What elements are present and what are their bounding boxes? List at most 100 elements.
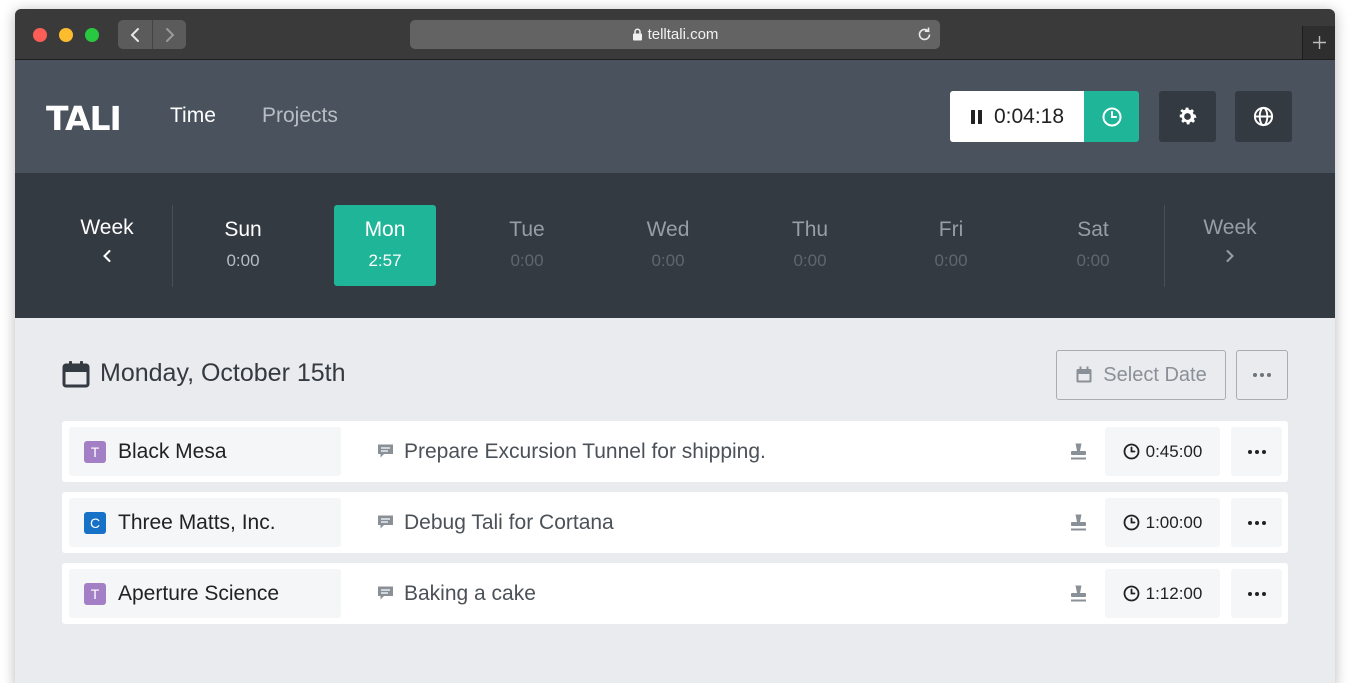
duration-text: 0:45:00 xyxy=(1145,441,1203,461)
entry-menu-button[interactable] xyxy=(1231,498,1282,547)
calendar-icon xyxy=(62,360,90,387)
timer-elapsed: 0:04:18 xyxy=(993,104,1065,128)
day-name: Sun xyxy=(224,218,262,241)
duration-text: 1:12:00 xyxy=(1145,583,1203,603)
new-tab-button[interactable] xyxy=(1302,26,1335,59)
day-name: Tue xyxy=(509,218,545,241)
lock-icon xyxy=(632,28,642,41)
description-text: Debug Tali for Cortana xyxy=(404,510,614,534)
back-button[interactable] xyxy=(118,20,152,49)
select-date-button[interactable]: Select Date xyxy=(1056,350,1226,400)
date-heading: Monday, October 15th xyxy=(62,359,346,388)
project-badge: C xyxy=(84,511,106,534)
forward-button[interactable] xyxy=(152,20,186,49)
reload-icon[interactable] xyxy=(916,26,933,43)
day-total: 2:57 xyxy=(368,251,402,270)
app-logo[interactable]: TALI xyxy=(46,99,122,138)
ellipsis-icon xyxy=(1247,591,1266,596)
day-tue[interactable]: Tue 0:00 xyxy=(476,205,578,286)
minimize-window-button[interactable] xyxy=(59,28,73,42)
duration-field[interactable]: 0:45:00 xyxy=(1105,427,1220,476)
previous-week-label: Week xyxy=(80,216,134,239)
previous-week-button[interactable]: Week xyxy=(52,216,162,264)
time-entry-row: T Black Mesa Prepare Excursion Tunnel fo… xyxy=(62,421,1288,482)
stamp-icon[interactable] xyxy=(1069,513,1088,532)
browser-toolbar: telltali.com xyxy=(15,9,1335,60)
day-fri[interactable]: Fri 0:00 xyxy=(900,205,1002,286)
day-thu[interactable]: Thu 0:00 xyxy=(759,205,861,286)
globe-icon xyxy=(1253,106,1274,127)
duration-field[interactable]: 1:00:00 xyxy=(1105,498,1220,547)
url-text: telltali.com xyxy=(647,26,719,43)
day-total: 0:00 xyxy=(651,251,685,270)
day-name: Fri xyxy=(938,218,964,241)
project-name: Black Mesa xyxy=(118,439,227,463)
chevron-right-icon xyxy=(165,27,174,42)
stamp-icon[interactable] xyxy=(1069,442,1088,461)
project-badge: T xyxy=(84,440,106,463)
divider xyxy=(172,205,173,287)
chevron-left-icon xyxy=(130,27,139,42)
timer-clock-button[interactable] xyxy=(1084,91,1139,142)
close-window-button[interactable] xyxy=(33,28,47,42)
clock-icon xyxy=(1102,107,1121,126)
day-wed[interactable]: Wed 0:00 xyxy=(617,205,719,286)
day-total: 0:00 xyxy=(510,251,544,270)
entry-description[interactable]: Prepare Excursion Tunnel for shipping. xyxy=(377,421,766,482)
address-bar[interactable]: telltali.com xyxy=(410,20,940,49)
day-sat[interactable]: Sat 0:00 xyxy=(1042,205,1144,286)
project-name: Aperture Science xyxy=(118,581,280,605)
day-name: Sat xyxy=(1077,218,1109,241)
pause-icon xyxy=(970,109,982,124)
language-button[interactable] xyxy=(1235,91,1292,142)
maximize-window-button[interactable] xyxy=(85,28,99,42)
project-selector[interactable]: C Three Matts, Inc. xyxy=(69,498,341,547)
day-total: 0:00 xyxy=(793,251,827,270)
day-name: Thu xyxy=(791,218,829,241)
day-sun[interactable]: Sun 0:00 xyxy=(192,205,294,286)
plus-icon xyxy=(1312,36,1326,49)
duration-text: 1:00:00 xyxy=(1145,512,1203,532)
clock-icon xyxy=(1123,514,1140,531)
more-options-button[interactable] xyxy=(1236,350,1288,400)
duration-field[interactable]: 1:12:00 xyxy=(1105,569,1220,618)
day-mon[interactable]: Mon 2:57 xyxy=(334,205,436,286)
stamp-icon[interactable] xyxy=(1069,584,1088,603)
project-selector[interactable]: T Aperture Science xyxy=(69,569,341,618)
gear-icon xyxy=(1179,107,1197,125)
nav-projects[interactable]: Projects xyxy=(262,104,338,128)
project-name: Three Matts, Inc. xyxy=(118,510,276,534)
chevron-left-icon xyxy=(103,250,111,262)
comment-icon xyxy=(378,515,393,529)
app-header: TALI Time Projects 0:04:18 xyxy=(15,60,1335,173)
next-week-button[interactable]: Week xyxy=(1175,216,1285,264)
nav-time[interactable]: Time xyxy=(170,104,216,128)
day-name: Wed xyxy=(646,218,690,241)
select-date-label: Select Date xyxy=(1103,363,1207,386)
description-text: Baking a cake xyxy=(404,581,536,605)
ellipsis-icon xyxy=(1253,373,1271,377)
comment-icon xyxy=(378,586,393,600)
time-entry-row: C Three Matts, Inc. Debug Tali for Corta… xyxy=(62,492,1288,553)
day-total: 0:00 xyxy=(1076,251,1110,270)
clock-icon xyxy=(1123,585,1140,602)
time-entries-panel: Monday, October 15th Select Date T Black… xyxy=(15,318,1335,683)
project-badge: T xyxy=(84,582,106,605)
description-text: Prepare Excursion Tunnel for shipping. xyxy=(404,439,766,463)
chevron-right-icon xyxy=(1226,250,1234,262)
divider xyxy=(1164,205,1165,287)
entry-menu-button[interactable] xyxy=(1231,569,1282,618)
browser-window: telltali.com TALI Time Projects 0:04:18 xyxy=(15,9,1335,683)
entry-menu-button[interactable] xyxy=(1231,427,1282,476)
timer-pause-button[interactable]: 0:04:18 xyxy=(950,91,1084,142)
project-selector[interactable]: T Black Mesa xyxy=(69,427,341,476)
day-total: 0:00 xyxy=(226,251,260,270)
entry-description[interactable]: Debug Tali for Cortana xyxy=(377,492,614,553)
settings-button[interactable] xyxy=(1159,91,1216,142)
clock-icon xyxy=(1123,443,1140,460)
page-title: Monday, October 15th xyxy=(100,359,346,387)
calendar-icon xyxy=(1076,366,1092,383)
time-entry-row: T Aperture Science Baking a cake 1:12:00 xyxy=(62,563,1288,624)
week-navigation: Week Sun 0:00 Mon 2:57 Tue 0:00 Wed 0:00… xyxy=(15,173,1335,318)
entry-description[interactable]: Baking a cake xyxy=(377,563,536,624)
